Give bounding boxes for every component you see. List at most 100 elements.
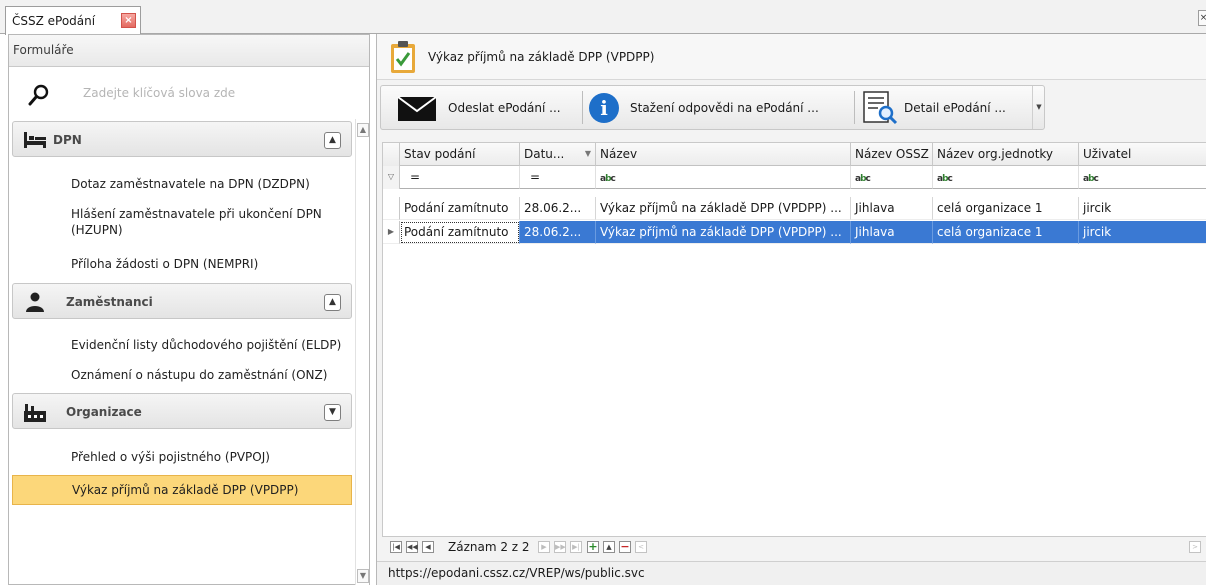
- collapse-icon[interactable]: ▲: [324, 132, 341, 149]
- document-header: Výkaz příjmů na základě DPP (VPDPP): [377, 34, 1206, 80]
- cell-org: celá organizace 1: [933, 221, 1079, 244]
- info-glyph: i: [600, 96, 608, 120]
- clipboard-check-icon: [391, 41, 415, 73]
- table-row[interactable]: Podání zamítnuto 28.06.2... Výkaz příjmů…: [383, 197, 1206, 220]
- row-indicator: [383, 143, 400, 166]
- grid-filter-row: ▽ = = abc abc abc abc: [383, 166, 1206, 189]
- sort-desc-icon: ▼: [584, 149, 591, 158]
- cell-uzivatel: jircik: [1079, 197, 1206, 220]
- cell-nazev: Výkaz příjmů na základě DPP (VPDPP) ...: [596, 197, 851, 220]
- next-record-icon[interactable]: ▶: [538, 541, 550, 553]
- nav-item-eldp[interactable]: Evidenční listy důchodového pojištění (E…: [12, 337, 352, 353]
- column-header-ossz[interactable]: Název OSSZ: [851, 143, 933, 166]
- forms-nav: DPN ▲ Dotaz zaměstnavatele na DPN (DZDPN…: [9, 119, 355, 585]
- abc-filter-icon: abc: [855, 174, 871, 184]
- service-url: https://epodani.cssz.cz/VREP/ws/public.s…: [388, 566, 645, 580]
- forms-scrollbar[interactable]: ▲ ▼: [355, 119, 369, 585]
- download-response-button[interactable]: i Stažení odpovědi na ePodání ...: [588, 86, 819, 129]
- group-dpn[interactable]: DPN ▲: [12, 121, 352, 157]
- scroll-left-icon[interactable]: <: [635, 541, 647, 553]
- edit-record-icon[interactable]: ▲: [603, 541, 615, 553]
- toolbar-separator: [854, 91, 855, 124]
- abc-filter-icon: abc: [600, 174, 616, 184]
- close-strip-icon[interactable]: ×: [1198, 10, 1206, 26]
- document-title: Výkaz příjmů na základě DPP (VPDPP): [428, 50, 655, 64]
- column-header-uzivatel[interactable]: Uživatel: [1079, 143, 1206, 166]
- cell-ossz: Jihlava: [851, 221, 933, 244]
- column-header-stav[interactable]: Stav podání: [400, 143, 520, 166]
- tab-cssz-epodani[interactable]: ČSSZ ePodání ×: [5, 6, 141, 35]
- detail-label: Detail ePodání ...: [904, 100, 1006, 115]
- record-navigator: |◀ ◀◀ ◀ Záznam 2 z 2 ▶ ▶▶ ▶| + ▲ − < >: [384, 537, 1206, 559]
- scroll-right-icon[interactable]: >: [1189, 541, 1201, 553]
- filter-ossz[interactable]: abc: [851, 166, 933, 189]
- tab-label: ČSSZ ePodání: [12, 14, 96, 28]
- search-input[interactable]: [83, 82, 343, 104]
- nav-item-pvpoj[interactable]: Přehled o výši pojistného (PVPOJ): [12, 449, 352, 465]
- search-row: [9, 68, 369, 118]
- nav-item-onz[interactable]: Oznámení o nástupu do zaměstnání (ONZ): [12, 367, 352, 383]
- person-icon: [26, 292, 44, 312]
- group-label: DPN: [53, 133, 82, 147]
- toolbar-dropdown-icon[interactable]: ▼: [1032, 86, 1045, 129]
- nav-item-hzupn[interactable]: Hlášení zaměstnavatele při ukončení DPN …: [12, 206, 352, 238]
- next-page-icon[interactable]: ▶▶: [554, 541, 566, 553]
- download-label: Stažení odpovědi na ePodání ...: [630, 100, 819, 115]
- toolbar: Odeslat ePodání ... i Stažení odpovědi n…: [380, 85, 1045, 130]
- column-header-org[interactable]: Název org.jednotky: [933, 143, 1079, 166]
- table-row-selected[interactable]: ▶ Podání zamítnuto 28.06.2... Výkaz příj…: [383, 221, 1206, 244]
- filter-icon[interactable]: ▽: [383, 166, 400, 189]
- document-tab-strip: ČSSZ ePodání × ×: [0, 0, 1206, 35]
- scroll-down-icon[interactable]: ▼: [357, 569, 369, 583]
- cell-nazev: Výkaz příjmů na základě DPP (VPDPP) ...: [596, 221, 851, 244]
- expand-icon[interactable]: ▼: [324, 404, 341, 421]
- bed-icon: [24, 132, 46, 148]
- cell-stav[interactable]: Podání zamítnuto: [400, 221, 520, 244]
- grid-header-row: Stav podání Datu... ▼ Název Název OSSZ Ná…: [383, 143, 1206, 166]
- forms-panel: Formuláře DPN ▲ Dotaz zaměstnavatele na …: [8, 34, 370, 585]
- delete-record-icon[interactable]: −: [619, 541, 631, 553]
- nav-item-nempri[interactable]: Příloha žádosti o DPN (NEMPRI): [12, 256, 352, 272]
- info-icon: i: [589, 92, 619, 123]
- cell-datum: 28.06.2...: [520, 221, 596, 244]
- close-tab-icon[interactable]: ×: [121, 13, 136, 28]
- filter-uzivatel[interactable]: abc: [1079, 166, 1206, 189]
- submissions-grid: Stav podání Datu... ▼ Název Název OSSZ Ná…: [382, 142, 1206, 537]
- document-panel: Výkaz příjmů na základě DPP (VPDPP) Odes…: [376, 34, 1206, 585]
- cell-datum: 28.06.2...: [520, 197, 596, 220]
- nav-item-vpdpp[interactable]: Výkaz příjmů na základě DPP (VPDPP): [12, 475, 352, 505]
- first-record-icon[interactable]: |◀: [390, 541, 402, 553]
- record-counter: Záznam 2 z 2: [448, 540, 530, 554]
- collapse-icon[interactable]: ▲: [324, 294, 341, 311]
- row-indicator: [383, 197, 400, 220]
- scroll-up-icon[interactable]: ▲: [357, 123, 369, 137]
- cell-stav: Podání zamítnuto: [400, 197, 520, 220]
- document-search-icon: [863, 90, 898, 124]
- add-record-icon[interactable]: +: [587, 541, 599, 553]
- detail-epodani-button[interactable]: Detail ePodání ...: [862, 86, 1006, 129]
- group-label: Zaměstnanci: [66, 295, 153, 309]
- send-epodani-button[interactable]: Odeslat ePodání ...: [397, 86, 561, 129]
- column-header-nazev[interactable]: Název: [596, 143, 851, 166]
- abc-filter-icon: abc: [937, 174, 953, 184]
- current-row-icon: ▶: [383, 221, 400, 244]
- factory-icon: [24, 404, 46, 422]
- prev-page-icon[interactable]: ◀◀: [406, 541, 418, 553]
- column-header-datum[interactable]: Datu... ▼: [520, 143, 596, 166]
- last-record-icon[interactable]: ▶|: [570, 541, 582, 553]
- group-organizace[interactable]: Organizace ▼: [12, 393, 352, 429]
- group-zamestnanci[interactable]: Zaměstnanci ▲: [12, 283, 352, 319]
- status-bar: https://epodani.cssz.cz/VREP/ws/public.s…: [377, 561, 1206, 585]
- cell-org: celá organizace 1: [933, 197, 1079, 220]
- nav-item-dzdpn[interactable]: Dotaz zaměstnavatele na DPN (DZDPN): [12, 176, 352, 192]
- search-icon[interactable]: [28, 84, 50, 106]
- abc-filter-icon: abc: [1083, 174, 1099, 184]
- filter-nazev[interactable]: abc: [596, 166, 851, 189]
- cell-uzivatel: jircik: [1079, 221, 1206, 244]
- filter-datum[interactable]: =: [520, 166, 596, 189]
- envelope-icon: [397, 95, 437, 121]
- prev-record-icon[interactable]: ◀: [422, 541, 434, 553]
- filter-org[interactable]: abc: [933, 166, 1079, 189]
- filter-stav[interactable]: =: [400, 166, 520, 189]
- send-label: Odeslat ePodání ...: [448, 100, 561, 115]
